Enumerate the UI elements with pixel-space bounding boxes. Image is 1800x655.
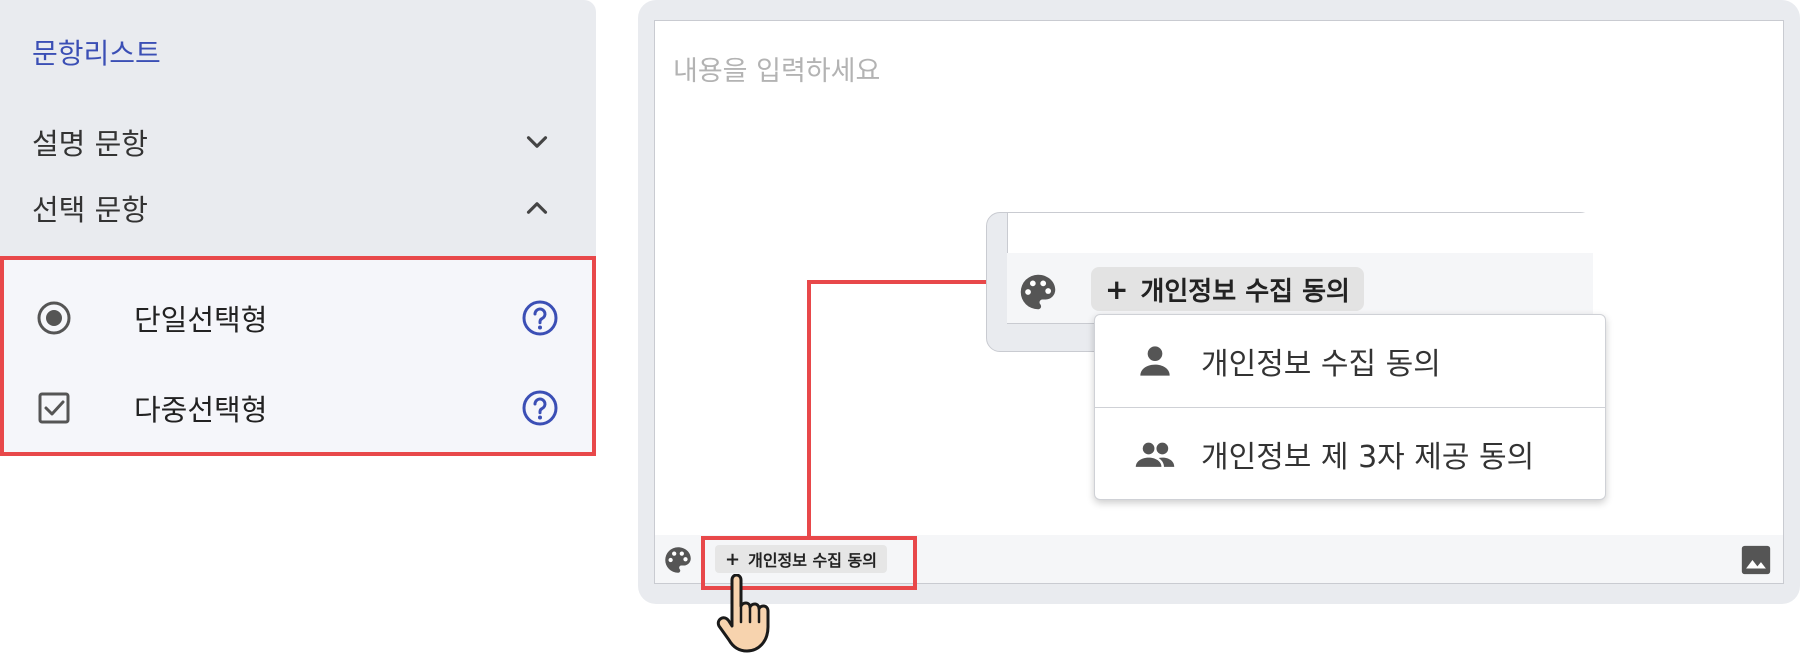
people-icon bbox=[1135, 442, 1175, 467]
section-description-questions[interactable]: 설명 문항 bbox=[32, 120, 562, 164]
section-label: 설명 문항 bbox=[32, 127, 148, 161]
image-icon[interactable] bbox=[1739, 543, 1773, 577]
chevron-down-icon bbox=[526, 136, 548, 148]
menu-item-label: 개인정보 수집 동의 bbox=[1201, 347, 1441, 382]
palette-icon bbox=[1020, 274, 1056, 310]
pointer-hand-icon bbox=[716, 574, 770, 653]
type-label: 단일선택형 bbox=[134, 303, 268, 337]
type-single-choice[interactable]: 단일선택형 bbox=[4, 288, 592, 348]
editor-placeholder: 내용을 입력하세요 bbox=[673, 56, 881, 87]
checkbox-icon bbox=[38, 392, 70, 424]
panel-title: 문항리스트 bbox=[32, 37, 161, 70]
person-icon bbox=[1140, 346, 1170, 376]
help-icon[interactable] bbox=[520, 298, 560, 338]
chevron-up-icon bbox=[526, 202, 548, 214]
menu-item-third-party-provision[interactable]: 개인정보 제 3자 제공 동의 bbox=[1095, 408, 1605, 500]
consent-dropdown-menu: 개인정보 수집 동의 개인정보 제 3자 제공 동의 bbox=[1094, 314, 1606, 500]
help-icon[interactable] bbox=[520, 388, 560, 428]
question-list-panel: 문항리스트 설명 문항 선택 문항 단일선택형 다중선택형 bbox=[0, 0, 596, 456]
menu-item-label: 개인정보 제 3자 제공 동의 bbox=[1201, 440, 1535, 475]
plus-icon: + bbox=[1105, 272, 1129, 306]
radio-icon bbox=[37, 301, 71, 335]
type-multiple-choice[interactable]: 다중선택형 bbox=[4, 378, 592, 438]
choice-types-highlight: 단일선택형 다중선택형 bbox=[0, 256, 596, 456]
chip-label: 개인정보 수집 동의 bbox=[1140, 276, 1350, 307]
callout-connector bbox=[807, 280, 986, 284]
section-label: 선택 문항 bbox=[32, 193, 148, 227]
callout-connector bbox=[807, 280, 811, 538]
menu-item-privacy-collection[interactable]: 개인정보 수집 동의 bbox=[1095, 315, 1605, 407]
type-label: 다중선택형 bbox=[134, 393, 268, 427]
palette-icon[interactable] bbox=[661, 543, 695, 577]
zoomed-privacy-consent-chip[interactable]: + 개인정보 수집 동의 bbox=[1091, 267, 1364, 311]
section-choice-questions[interactable]: 선택 문항 bbox=[32, 186, 562, 230]
